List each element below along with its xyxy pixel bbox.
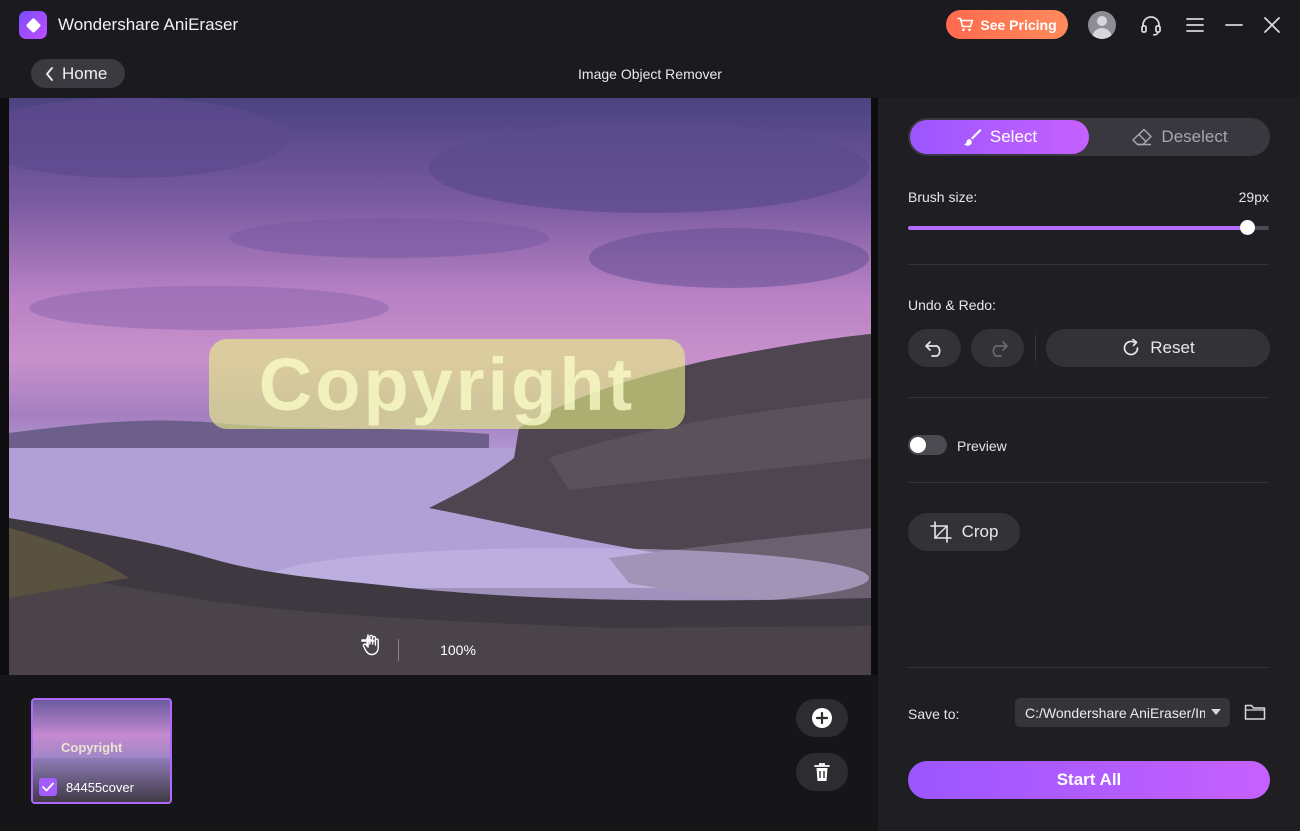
edited-image[interactable]: Copyright 100%	[9, 98, 871, 675]
divider	[1035, 335, 1036, 361]
app-logo-icon	[19, 11, 47, 39]
start-all-button[interactable]: Start All	[908, 761, 1270, 799]
navigation-bar: Home Image Object Remover	[0, 50, 1300, 98]
brush-size-slider[interactable]	[908, 220, 1269, 235]
title-bar: Wondershare AniEraser See Pricing	[0, 0, 1300, 50]
selection-mode-toggle: Select Deselect	[908, 118, 1270, 156]
brush-size-handle[interactable]	[1240, 220, 1256, 235]
home-label: Home	[62, 63, 108, 83]
select-button[interactable]: Select	[910, 120, 1089, 154]
divider	[908, 482, 1269, 483]
menu-icon[interactable]	[1183, 13, 1207, 37]
save-to-label: Save to:	[908, 706, 960, 722]
crop-label: Crop	[961, 522, 999, 541]
tool-panel: Select Deselect Brush size: 29px Undo & …	[878, 98, 1300, 831]
avatar[interactable]	[1088, 11, 1116, 39]
thumbnail-strip: Copyright 84455cover	[0, 675, 878, 831]
thumbnail-name: 84455cover	[66, 780, 134, 795]
reset-button[interactable]: Reset	[1046, 329, 1270, 367]
add-image-button[interactable]	[796, 699, 848, 737]
close-icon[interactable]	[1260, 13, 1284, 37]
page-title: Image Object Remover	[578, 66, 722, 82]
reset-icon	[1123, 338, 1139, 356]
delete-image-button[interactable]	[796, 753, 848, 791]
add-circle-icon	[812, 708, 832, 728]
crop-icon	[929, 521, 952, 543]
zoom-divider	[391, 639, 405, 661]
see-pricing-button[interactable]: See Pricing	[946, 10, 1068, 39]
undo-button[interactable]	[908, 329, 961, 367]
headset-icon[interactable]	[1139, 13, 1163, 37]
brush-icon	[963, 129, 982, 146]
undo-redo-label: Undo & Redo:	[908, 297, 996, 313]
zoom-controls: 100%	[361, 634, 539, 666]
undo-icon	[924, 341, 941, 357]
thumbnail-mask-text: Copyright	[61, 740, 123, 755]
preview-toggle[interactable]	[908, 435, 947, 455]
preview-label: Preview	[957, 438, 1007, 454]
deselect-label: Deselect	[1161, 127, 1228, 146]
eraser-icon	[1132, 128, 1153, 146]
thumbnail-checkbox[interactable]	[39, 778, 57, 796]
selection-mask[interactable]: Copyright	[209, 339, 685, 429]
redo-icon	[991, 341, 1008, 357]
plus-icon	[361, 634, 375, 648]
zoom-level: 100%	[440, 642, 476, 658]
save-path-select[interactable]: C:/Wondershare AniEraser/Image	[1015, 698, 1230, 727]
reset-label: Reset	[1150, 338, 1195, 357]
minimize-icon[interactable]	[1222, 13, 1246, 37]
cart-icon	[957, 17, 974, 32]
chevron-left-icon	[46, 66, 53, 81]
save-path-value: C:/Wondershare AniEraser/Image	[1025, 704, 1205, 721]
check-icon	[42, 782, 54, 792]
divider	[908, 264, 1269, 265]
brush-size-label: Brush size:	[908, 189, 978, 205]
thumbnail-item[interactable]: Copyright 84455cover	[31, 698, 172, 804]
divider	[908, 667, 1269, 668]
trash-icon	[814, 763, 830, 781]
home-button[interactable]: Home	[31, 59, 125, 88]
see-pricing-label: See Pricing	[980, 16, 1057, 33]
chevron-down-icon	[1211, 709, 1221, 715]
brush-size-fill	[908, 226, 1248, 230]
deselect-button[interactable]: Deselect	[1091, 120, 1268, 154]
divider	[908, 397, 1269, 398]
redo-button[interactable]	[971, 329, 1024, 367]
folder-icon[interactable]	[1244, 703, 1266, 721]
crop-button[interactable]: Crop	[908, 513, 1020, 551]
select-label: Select	[989, 127, 1038, 146]
app-title: Wondershare AniEraser	[58, 15, 239, 34]
brush-size-value: 29px	[1238, 189, 1269, 205]
image-canvas[interactable]: Copyright 100%	[0, 98, 878, 675]
